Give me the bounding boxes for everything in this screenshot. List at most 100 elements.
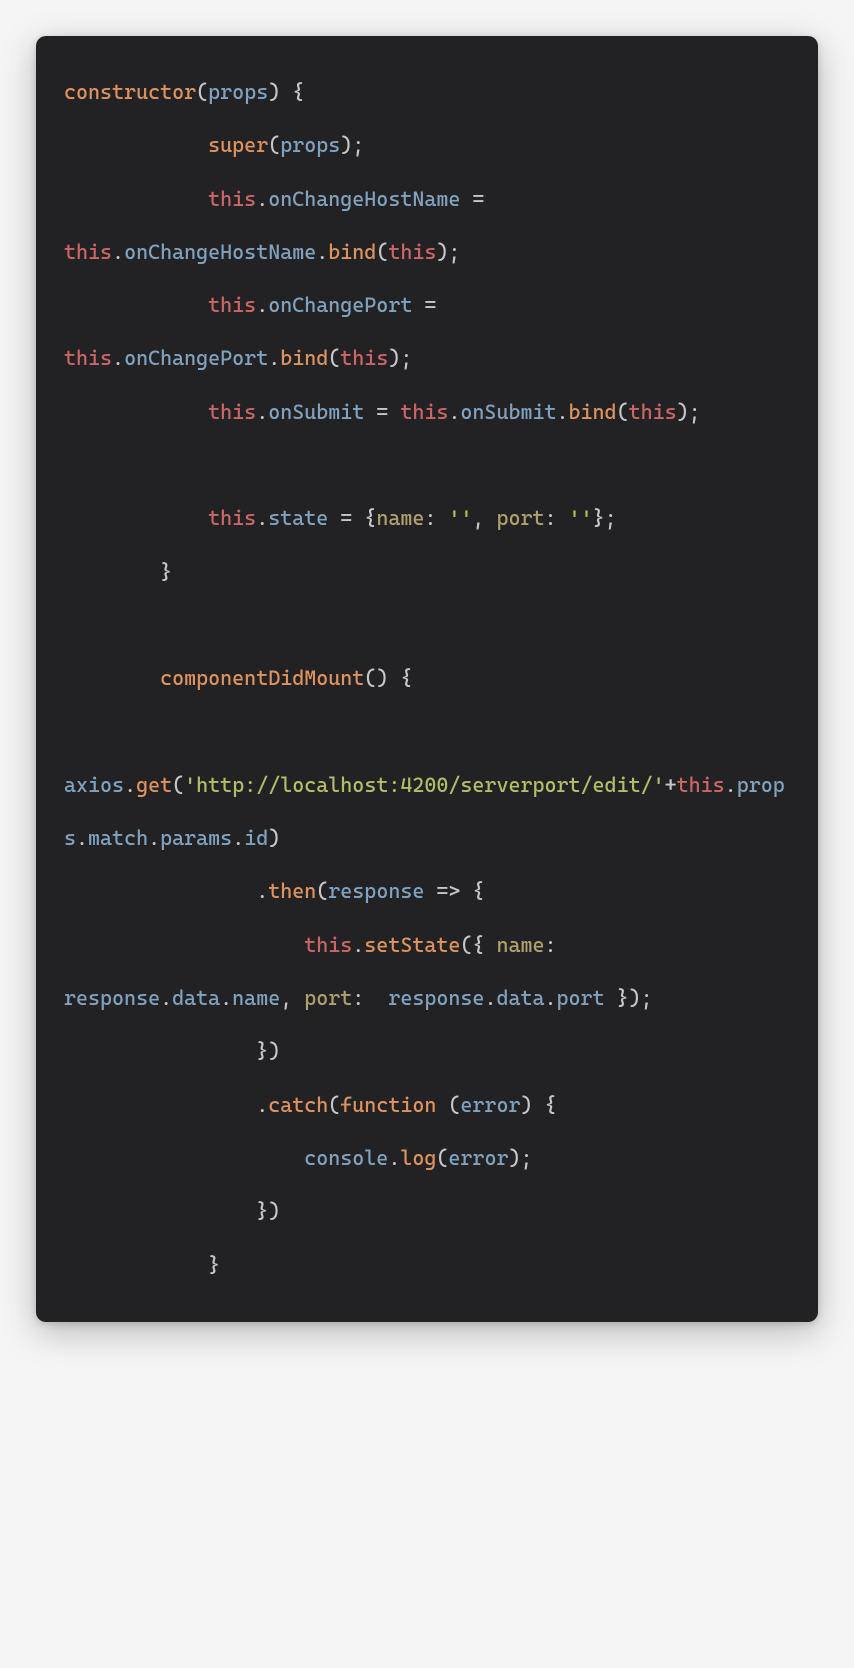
code-token: match [88,826,148,850]
code-token: port [557,986,605,1010]
code-token: = [364,400,400,424]
code-token: name [232,986,280,1010]
code-token: this [388,240,436,264]
code-token: }; [593,506,617,530]
code-token: props [280,133,340,157]
code-token [64,933,304,957]
code-token: function [340,1093,436,1117]
code-token: port [496,506,544,530]
code-token: data [496,986,544,1010]
code-token: error [460,1093,520,1117]
code-token: . [725,773,737,797]
code-token: onSubmit [460,400,556,424]
code-token: . [232,826,244,850]
code-token: onChangeHostName [268,187,460,211]
code-token: ( [172,773,184,797]
code-token: bind [328,240,376,264]
code-token: = [460,187,496,211]
code-token: name [376,506,424,530]
code-token: onSubmit [268,400,364,424]
code-token: . [388,1146,400,1170]
code-token: onChangeHostName [124,240,316,264]
code-token: . [545,986,557,1010]
code-token: error [448,1146,508,1170]
code-token: this [208,293,256,317]
code-token: ( [268,133,280,157]
code-token: setState [364,933,460,957]
code-token: . [316,240,328,264]
code-token [64,187,208,211]
code-token: . [256,400,268,424]
code-token: ); [508,1146,532,1170]
code-token: ( [328,346,340,370]
code-token: response [328,879,424,903]
code-token: catch [268,1093,328,1117]
code-token [64,506,208,530]
code-token: this [64,240,112,264]
code-token: axios [64,773,124,797]
code-token: then [268,879,316,903]
code-token: super [208,133,268,157]
code-token: : [544,933,568,957]
code-token: . [448,400,460,424]
code-token: onChangePort [268,293,412,317]
code-token: this [304,933,352,957]
code-block: constructor(props) { super(props); this.… [64,66,790,1292]
code-token: = [412,293,448,317]
code-token: ( [196,80,208,104]
code-token: ( [436,1146,448,1170]
code-token: ) { [268,80,304,104]
code-token: ({ [460,933,496,957]
code-token: ) { [520,1093,556,1117]
code-token [64,1146,304,1170]
code-token: params [160,826,232,850]
code-token: bind [280,346,328,370]
code-token: ( [617,400,629,424]
code-token: , [472,506,496,530]
code-token: console [304,1146,388,1170]
code-token: this [64,346,112,370]
code-token: '' [569,506,593,530]
code-token: . [352,933,364,957]
code-token: ( [436,1093,460,1117]
code-token: data [172,986,220,1010]
code-token: props [208,80,268,104]
code-token: this [208,506,256,530]
code-token [64,400,208,424]
code-token: . [484,986,496,1010]
code-token: , [280,986,304,1010]
code-token: this [340,346,388,370]
code-token: id [244,826,268,850]
code-token: get [136,773,172,797]
code-token [64,720,208,744]
code-token: response [376,986,484,1010]
code-token [64,133,208,157]
code-token: this [208,187,256,211]
code-token: componentDidMount [160,666,364,690]
code-token: this [629,400,677,424]
code-token: . [256,187,268,211]
code-token: this [208,400,256,424]
code-card: constructor(props) { super(props); this.… [36,36,818,1322]
code-token: . [112,346,124,370]
code-token: ( [376,240,388,264]
code-token: this [677,773,725,797]
code-token: : [352,986,376,1010]
code-token: ); [340,133,364,157]
code-token: name [496,933,544,957]
code-token: : [424,506,448,530]
code-token: => { [424,879,484,903]
code-token: '' [448,506,472,530]
code-token: () { [364,666,412,690]
code-token: . [76,826,88,850]
code-token: constructor [64,80,196,104]
code-token: log [400,1146,436,1170]
code-token: . [64,1093,268,1117]
code-token: . [64,879,268,903]
code-token: ); [677,400,701,424]
code-token: . [256,506,268,530]
code-token [64,666,160,690]
code-token: . [148,826,160,850]
code-token: ) [268,826,280,850]
code-token: onChangePort [124,346,268,370]
